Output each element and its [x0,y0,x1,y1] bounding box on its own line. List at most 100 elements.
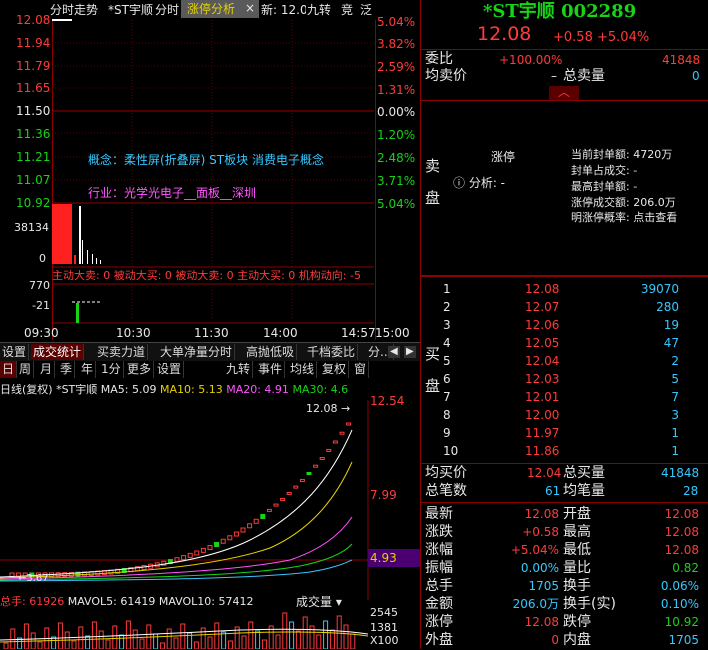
stat-value: 1705 [528,579,559,593]
kline-candle [286,491,292,495]
stats-row: 最新 12.08 开盘 12.08 [421,506,708,524]
limit-row-2: 最高封单额: - [571,181,637,192]
ma10-label: MA10: 5.13 [160,384,223,395]
bid-row[interactable]: 3 12.06 19 [443,317,703,333]
bid-level: 4 [443,336,451,350]
ktab-1min[interactable]: 1分 [99,361,124,378]
ktab-event[interactable]: 事件 [256,361,286,378]
bid-row[interactable]: 10 11.86 1 [443,443,703,459]
ktab-quarter[interactable]: 季 [58,361,76,378]
industry-label[interactable]: 行业：光学光电子__面板__深圳 [88,187,256,199]
ktab-jiuzhuan[interactable]: 九转 [224,361,254,378]
ktab-year[interactable]: 年 [79,361,97,378]
quote-change: +0.58 [553,30,593,45]
limit-val-3: 206.0万 [633,196,676,209]
kline-volume-svg [0,612,368,649]
kline-volume-bar [336,615,342,649]
limit-key-0: 当前封单额: [571,148,630,161]
tab-weibi[interactable]: 千档委比 [305,344,359,360]
kline-candle [313,464,319,468]
limit-analysis[interactable]: ⓘ 分析: - [453,177,505,189]
total-ask-value: 0 [692,69,700,83]
kline-candle [326,448,332,452]
pct-tick-7: 3.71% [377,174,416,188]
stat-key: 涨停 [425,614,453,630]
ktab-more[interactable]: 更多 [125,361,155,378]
kline-volume-bar [57,622,63,649]
kline-volume-bar [193,641,199,649]
concept-label[interactable]: 概念：柔性屏(折叠屏) ST板块 消费电子概念 [88,154,324,166]
stat-value: 0.10% [660,597,699,611]
ma5-label: MA5: 5.09 [100,384,157,395]
kline-chart-svg [0,400,369,600]
bid-row[interactable]: 5 12.04 2 [443,353,703,369]
kline-current-price-box: 4.93 [368,549,420,567]
bid-price: 12.08 [525,282,560,296]
bid-row[interactable]: 7 12.01 7 [443,389,703,405]
vol-tick-0: 2545 [370,606,398,619]
time-tick-5: 15:00 [375,326,410,340]
price-tick-5: 11.36 [16,127,51,141]
bid-row[interactable]: 8 12.00 3 [443,407,703,423]
ktab-window[interactable]: 窗 [352,361,370,378]
stat-value: 0 [551,633,559,647]
kline-volume-bar [241,635,247,649]
collapse-button[interactable]: ︿ [549,86,579,100]
ktab-week[interactable]: 周 [17,361,35,378]
next-arrow-icon[interactable]: ▶ [404,346,416,358]
tab-buy-sell-force[interactable]: 买卖力道 [95,344,149,360]
price-tick-6: 11.21 [16,150,51,164]
tab-settings[interactable]: 设置 [0,344,30,360]
stat-value: 0.82 [672,561,699,575]
kline-candle [233,531,239,537]
kline-volume-bar [166,628,172,649]
total-count-label: 总笔数 [425,483,467,499]
vol-tick-1: 0 [39,252,46,265]
bid-row[interactable]: 6 12.03 5 [443,371,703,387]
kline-candle [339,431,345,435]
intraday-panel: 分时走势 *ST宇顺 分时 涨停分析 × 新: 12.08 九转 竞 泛 [0,0,421,342]
tab-big-order[interactable]: 大单净量分时 [158,344,236,360]
stat-value: 12.08 [524,615,559,629]
ktab-settings[interactable]: 设置 [155,361,185,378]
kline-candle [299,478,305,482]
ktab-fuquan[interactable]: 复权 [320,361,350,378]
kline-volume-bar [295,630,301,649]
chevron-up-icon: ︿ [558,85,571,99]
kline-legend: 日线(复权) *ST宇顺 MA5: 5.09 MA10: 5.13 MA20: … [0,384,370,395]
bid-row[interactable]: 1 12.08 39070 [443,281,703,297]
tab-high-low[interactable]: 高抛低吸 [244,344,298,360]
tab-trade-stats[interactable]: 成交统计 [31,344,85,360]
quote-title: *ST宇顺 002289 [483,1,637,22]
total-bid-label: 总买量 [563,465,605,481]
kline-volume-bar [98,630,104,649]
total-ask-label: 总卖量 [563,68,605,84]
kline-volume-bar [343,624,349,649]
kline-volume-bar [350,633,356,649]
kline-price-tick-1: 7.99 [370,488,397,502]
vol-indicator-select[interactable]: 成交量 ▾ [296,596,342,608]
stats-row: 涨跌 +0.58 最高 12.08 [421,524,708,542]
stat-value: +5.04% [510,543,559,557]
limit-row-4[interactable]: 明涨停概率: 点击查看 [571,212,677,223]
quote-price: 12.08 [477,23,532,45]
bid-row[interactable]: 9 11.97 1 [443,425,703,441]
quote-panel: *ST宇顺 002289 12.08 +0.58 +5.04% 委比 +100.… [420,0,708,649]
ktab-day[interactable]: 日 [0,361,18,378]
vol-tick-1: 1381 [370,621,398,634]
stat-key: 跌停 [563,614,591,630]
kline-candle [273,503,279,507]
bid-row[interactable]: 4 12.05 47 [443,335,703,351]
bid-level: 10 [443,444,459,458]
kline-candle [260,513,266,519]
prev-arrow-icon[interactable]: ◀ [388,346,400,358]
stats-row: 金额 206.0万 换手(实) 0.10% [421,596,708,614]
pct-tick-3: 1.31% [377,83,416,97]
time-tick-4: 14:57 [341,326,376,340]
ktab-month[interactable]: 月 [38,361,56,378]
ktab-ma[interactable]: 均线 [288,361,318,378]
bid-row[interactable]: 2 12.07 280 [443,299,703,315]
stat-key: 量比 [563,560,591,576]
bid-volume: 47 [663,336,679,350]
kline-volume-bar [91,621,97,649]
